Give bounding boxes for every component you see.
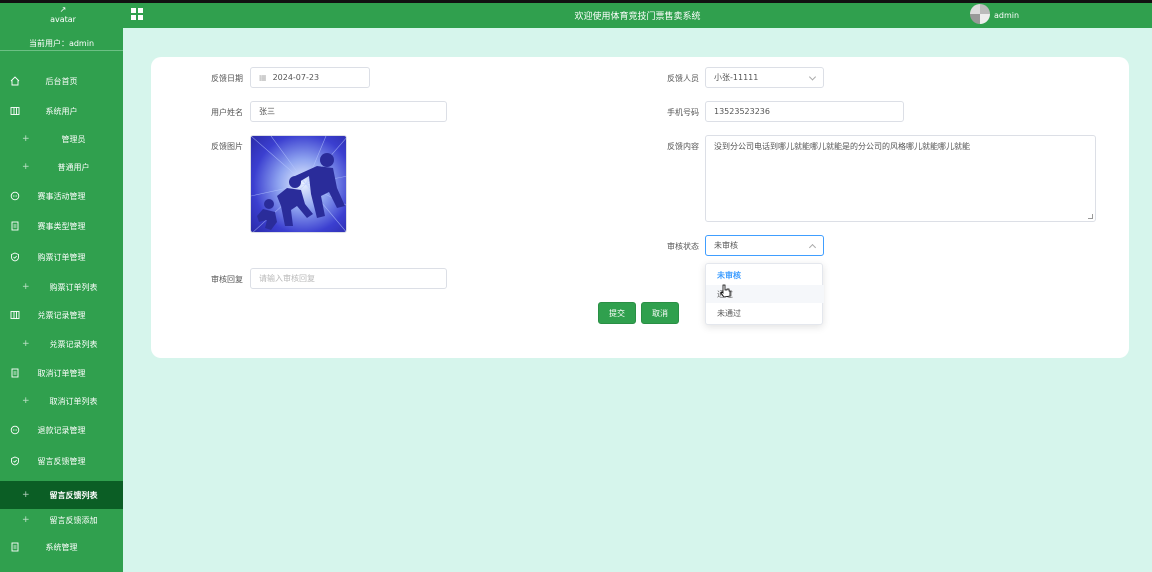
name-value: 张三 xyxy=(259,107,275,116)
sidebar-item[interactable]: 赛事活动管理 xyxy=(0,182,123,210)
sidebar-item[interactable]: + 购票订单列表 xyxy=(0,273,123,301)
sidebar-item-label: 系统用户 xyxy=(45,106,78,116)
sidebar-item[interactable]: + 普通用户 xyxy=(0,153,123,181)
name-input[interactable]: 张三 xyxy=(250,101,447,122)
sidebar-item[interactable]: 后台首页 xyxy=(0,67,123,95)
content-textarea[interactable]: 没到分公司电话到哪儿就能哪儿就能是的分公司的风格哪儿就能哪儿就能 xyxy=(705,135,1096,222)
phone-value: 13523523236 xyxy=(714,107,770,116)
sidebar-item-label: 普通用户 xyxy=(57,162,90,172)
feedback-person-value: 小张-11111 xyxy=(714,73,759,82)
sidebar-item-label: 赛事活动管理 xyxy=(37,191,86,201)
sidebar-item[interactable]: 系统用户 xyxy=(0,97,123,125)
runners-image-icon xyxy=(251,136,346,232)
date-picker[interactable]: ▦ 2024-07-23 xyxy=(250,67,370,88)
sidebar-item[interactable]: 取消订单管理 xyxy=(0,359,123,387)
image-label: 反馈图片 xyxy=(211,142,243,151)
avatar-broken-image-icon: ↗ xyxy=(59,5,67,14)
sidebar-item-label: 留言反馈添加 xyxy=(49,515,98,525)
content-label: 反馈内容 xyxy=(667,142,699,151)
sidebar-item-label: 购票订单管理 xyxy=(37,252,86,262)
sidebar-item[interactable]: + 留言反馈添加 xyxy=(0,506,123,534)
current-user-label: 当前用户：admin xyxy=(28,39,95,48)
chevron-up-icon xyxy=(808,243,817,251)
resize-handle-icon[interactable] xyxy=(1088,214,1093,219)
sidebar-item[interactable]: + 取消订单列表 xyxy=(0,387,123,415)
status-select[interactable]: 未审核 xyxy=(705,235,824,256)
sidebar-item[interactable]: 购票订单管理 xyxy=(0,243,123,271)
sidebar-item-label: 管理员 xyxy=(61,134,86,144)
sidebar-item[interactable]: + 管理员 xyxy=(0,125,123,153)
calendar-icon: ▦ xyxy=(259,73,267,82)
hand-cursor-icon xyxy=(720,284,731,298)
sidebar-item-label: 兑票记录列表 xyxy=(49,339,98,349)
sidebar-item-label: 留言反馈列表 xyxy=(49,490,98,500)
date-value: 2024-07-23 xyxy=(272,73,320,82)
reply-input[interactable]: 请输入审核回复 xyxy=(250,268,447,289)
sidebar-item[interactable]: 兑票记录管理 xyxy=(0,301,123,329)
sidebar: ↗ avatar 当前用户：admin 后台首页系统用户 + 管理员 + 普通用户赛事活… xyxy=(0,3,123,572)
submit-button[interactable]: 提交 xyxy=(598,302,636,324)
phone-input[interactable]: 13523523236 xyxy=(705,101,904,122)
sidebar-header: ↗ avatar 当前用户：admin xyxy=(0,3,123,51)
chevron-down-icon xyxy=(808,72,817,81)
sidebar-item-label: 兑票记录管理 xyxy=(37,310,86,320)
sidebar-item-label: 系统管理 xyxy=(45,542,78,552)
header-username[interactable]: admin xyxy=(994,11,1019,20)
sidebar-item[interactable]: 系统管理 xyxy=(0,533,123,561)
feedback-person-select[interactable]: 小张-11111 xyxy=(705,67,824,88)
sidebar-item[interactable]: 退款记录管理 xyxy=(0,416,123,444)
feedback-person-label: 反馈人员 xyxy=(667,74,699,83)
avatar[interactable]: ↗ avatar xyxy=(48,5,78,27)
sidebar-item-label: 赛事类型管理 xyxy=(37,221,86,231)
sidebar-item-label: 退款记录管理 xyxy=(37,425,86,435)
cancel-button[interactable]: 取消 xyxy=(641,302,679,324)
sidebar-item-label: 购票订单列表 xyxy=(49,282,98,292)
sidebar-item-label: 留言反馈管理 xyxy=(37,456,86,466)
reply-placeholder: 请输入审核回复 xyxy=(259,274,315,283)
status-label: 审核状态 xyxy=(667,242,699,251)
sidebar-item[interactable]: + 兑票记录列表 xyxy=(0,330,123,358)
top-header: 欢迎使用体育竞技门票售卖系统 admin xyxy=(123,3,1152,28)
sidebar-item[interactable]: 通知公告管理 xyxy=(0,563,123,572)
phone-label: 手机号码 xyxy=(667,108,699,117)
status-option-rejected[interactable]: 未通过 xyxy=(706,304,824,322)
date-label: 反馈日期 xyxy=(211,74,243,83)
status-option-pending[interactable]: 未审核 xyxy=(706,266,824,284)
sidebar-item[interactable]: + 留言反馈列表 xyxy=(0,481,123,509)
sidebar-item-label: 取消订单管理 xyxy=(37,368,86,378)
user-avatar[interactable] xyxy=(970,4,990,24)
content-value: 没到分公司电话到哪儿就能哪儿就能是的分公司的风格哪儿就能哪儿就能 xyxy=(714,142,970,151)
sidebar-item[interactable]: 留言反馈管理 xyxy=(0,447,123,475)
reply-label: 审核回复 xyxy=(211,275,243,284)
sidebar-item-label: 取消订单列表 xyxy=(49,396,98,406)
sidebar-item[interactable]: 赛事类型管理 xyxy=(0,212,123,240)
feedback-image[interactable] xyxy=(250,135,347,233)
sidebar-item-label: 后台首页 xyxy=(45,76,78,86)
status-value: 未审核 xyxy=(714,241,738,250)
name-label: 用户姓名 xyxy=(211,108,243,117)
avatar-alt-text: avatar xyxy=(50,15,76,24)
